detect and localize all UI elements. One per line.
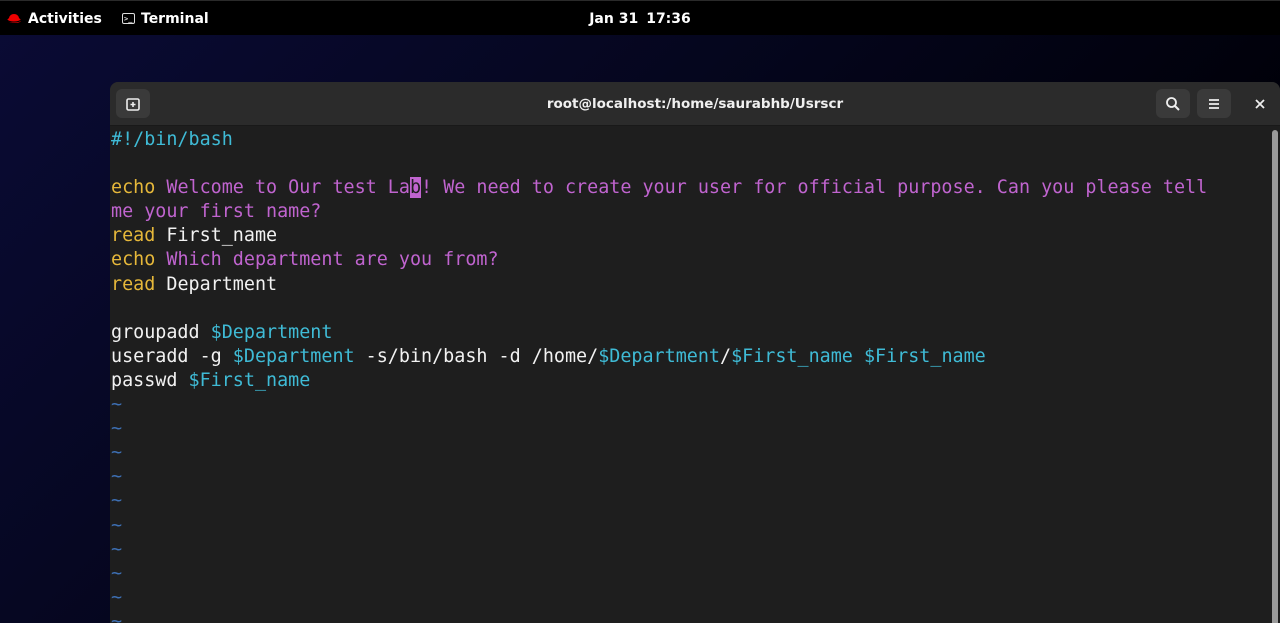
menu-button[interactable]: [1197, 89, 1231, 118]
echo-string: Which department are you from?: [155, 249, 499, 271]
shebang-text: #!/bin/bash: [111, 129, 233, 150]
tilde-marker: ~: [111, 466, 123, 488]
path-slash: /: [719, 345, 732, 367]
clock-time: 17:36: [646, 10, 691, 27]
code-line-shebang: #!/bin/bash: [111, 128, 1271, 152]
echo-keyword: echo: [111, 177, 156, 199]
empty-line-tilde: ~: [111, 514, 1271, 538]
empty-line-tilde: ~: [111, 538, 1271, 562]
tilde-marker: ~: [111, 418, 123, 440]
tilde-marker: ~: [111, 586, 123, 608]
empty-line-tilde: ~: [111, 417, 1271, 441]
code-line-echo-wrap: me your first name?: [111, 200, 1271, 224]
echo-string-part2: ! We need to create your user for offici…: [421, 177, 1208, 199]
read-arg: First_name: [155, 225, 278, 247]
code-line-read-department: read Department: [111, 273, 1271, 297]
text-cursor: b: [409, 177, 422, 199]
passwd-command: passwd: [111, 369, 189, 391]
terminal-window[interactable]: root@localhost:/home/saurabhb/Usrscr #!/…: [110, 82, 1280, 623]
code-line-read-first-name: read First_name: [111, 224, 1271, 248]
variable-first-name: $First_name: [731, 345, 853, 367]
close-button[interactable]: [1243, 89, 1277, 118]
scrollbar[interactable]: [1272, 130, 1278, 623]
echo-string-wrap: me your first name?: [111, 201, 322, 223]
useradd-options: -s/bin/bash -d /home/: [354, 345, 599, 367]
empty-line-tilde: ~: [111, 610, 1271, 623]
read-keyword: read: [111, 273, 156, 295]
code-line-useradd: useradd -g $Department -s/bin/bash -d /h…: [111, 345, 1271, 369]
clock[interactable]: Jan 31 17:36: [0, 1, 1280, 36]
tilde-marker: ~: [111, 610, 123, 623]
hamburger-menu-icon: [1209, 98, 1219, 109]
search-icon: [1166, 96, 1180, 111]
empty-line-tilde: ~: [111, 465, 1271, 489]
code-line-groupadd: groupadd $Department: [111, 321, 1271, 345]
tilde-marker: ~: [111, 490, 123, 512]
empty-line-tilde: ~: [111, 586, 1271, 610]
empty-line-tilde: ~: [111, 441, 1271, 465]
search-button[interactable]: [1156, 89, 1190, 118]
groupadd-command: groupadd: [111, 321, 211, 343]
tilde-marker: ~: [111, 538, 123, 560]
code-line-echo-welcome: echo Welcome to Our test Lab! We need to…: [111, 176, 1271, 200]
variable-department: $Department: [232, 345, 355, 367]
terminal-headerbar: root@localhost:/home/saurabhb/Usrscr: [110, 82, 1280, 126]
code-line-passwd: passwd $First_name: [111, 369, 1271, 393]
variable-first-name: $First_name: [188, 369, 311, 391]
top-bar: Activities >_ Terminal Jan 31 17:36: [0, 0, 1280, 35]
tilde-marker: ~: [111, 514, 123, 536]
variable-first-name: $First_name: [863, 345, 986, 367]
tilde-marker: ~: [111, 442, 123, 464]
tilde-marker: ~: [111, 394, 123, 416]
variable-department: $Department: [598, 345, 720, 367]
tilde-marker: ~: [111, 562, 123, 584]
clock-date: Jan 31: [589, 10, 639, 27]
empty-line-tilde: ~: [111, 393, 1271, 417]
code-line-echo-department: echo Which department are you from?: [111, 248, 1271, 272]
echo-string-part1: Welcome to Our test La: [155, 177, 410, 199]
empty-line-tilde: ~: [111, 562, 1271, 586]
useradd-command: useradd -g: [111, 345, 233, 367]
window-title: root@localhost:/home/saurabhb/Usrscr: [546, 96, 844, 112]
desktop-background: Activities >_ Terminal Jan 31 17:36 root…: [0, 0, 1280, 623]
vim-editor-buffer[interactable]: #!/bin/bash echo Welcome to Our test Lab!…: [110, 127, 1271, 623]
read-arg: Department: [155, 273, 278, 295]
variable-department: $Department: [210, 321, 333, 343]
empty-line-tilde: ~: [111, 489, 1271, 513]
read-keyword: read: [111, 225, 156, 247]
echo-keyword: echo: [111, 249, 156, 271]
close-icon: [1255, 98, 1265, 109]
